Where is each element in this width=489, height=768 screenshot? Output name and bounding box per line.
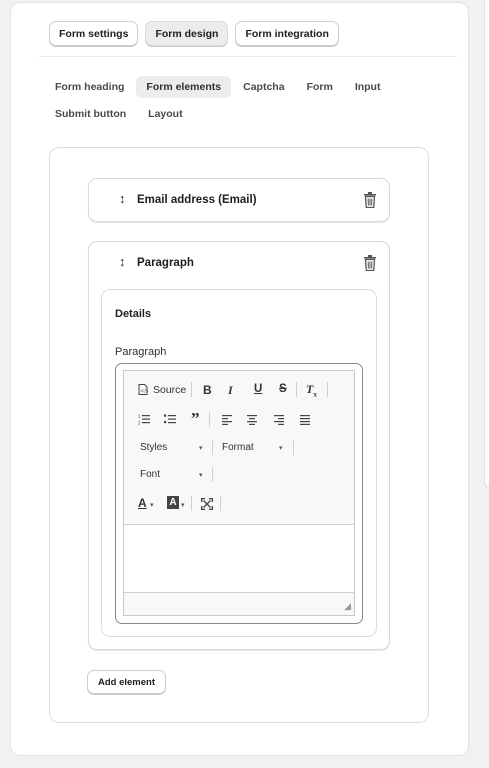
divider — [39, 56, 457, 57]
toolbar-separator — [296, 382, 297, 397]
rich-text-editor: </> Source B I U S Tx 1 2 ” Styles ▾ For… — [123, 370, 355, 616]
tab-form-integration[interactable]: Form integration — [235, 21, 339, 46]
chevron-down-icon: ▾ — [199, 472, 203, 479]
source-button[interactable]: Source — [153, 384, 186, 396]
drag-handle-icon[interactable]: ↕ — [119, 254, 126, 269]
sub-tabs: Form heading Form elements Captcha Form … — [45, 76, 405, 125]
chevron-down-icon: ▾ — [181, 502, 185, 509]
subtab-form[interactable]: Form — [297, 76, 343, 98]
align-center-icon[interactable] — [247, 415, 257, 425]
details-heading: Details — [115, 308, 152, 320]
blockquote-icon[interactable]: ” — [191, 409, 200, 429]
subtab-input[interactable]: Input — [345, 76, 391, 98]
justify-icon[interactable] — [300, 415, 310, 425]
toolbar-separator — [293, 440, 294, 455]
subtab-form-heading[interactable]: Form heading — [45, 76, 134, 98]
align-right-icon[interactable] — [274, 415, 284, 425]
subtab-form-elements[interactable]: Form elements — [136, 76, 232, 98]
source-icon[interactable]: </> — [138, 384, 148, 395]
toolbar-separator — [209, 412, 210, 427]
add-element-button[interactable]: Add element — [87, 670, 167, 694]
toolbar-separator — [191, 382, 192, 397]
editor-statusbar: ◢ — [124, 592, 354, 615]
remove-format-icon[interactable]: Tx — [306, 382, 317, 398]
subtab-layout[interactable]: Layout — [138, 103, 192, 125]
format-dropdown[interactable]: Format — [222, 442, 254, 453]
paragraph-field-label: Paragraph — [115, 346, 167, 358]
top-tabs: Form settings Form design Form integrati… — [49, 21, 339, 46]
editor-toolbar: </> Source B I U S Tx 1 2 ” Styles ▾ For… — [124, 371, 354, 525]
subtab-submit-button[interactable]: Submit button — [45, 103, 136, 125]
toolbar-separator — [220, 496, 221, 511]
svg-text:1: 1 — [138, 414, 141, 419]
trash-icon[interactable] — [363, 255, 377, 271]
chevron-down-icon: ▾ — [279, 445, 283, 452]
text-color-icon[interactable]: A — [138, 496, 147, 510]
align-left-icon[interactable] — [222, 415, 232, 425]
element-title: Email address (Email) — [137, 194, 257, 206]
underline-button[interactable]: U — [254, 383, 262, 395]
adjacent-panel-edge — [484, 0, 489, 488]
form-element-email[interactable]: ↕ Email address (Email) — [88, 178, 390, 222]
svg-text:</>: </> — [140, 389, 148, 395]
element-title: Paragraph — [137, 257, 194, 269]
drag-handle-icon[interactable]: ↕ — [119, 191, 126, 206]
toolbar-separator — [212, 467, 213, 482]
italic-button[interactable]: I — [228, 383, 233, 398]
chevron-down-icon: ▾ — [150, 502, 154, 509]
maximize-icon[interactable] — [201, 498, 213, 510]
toolbar-separator — [191, 496, 192, 511]
tab-form-design[interactable]: Form design — [145, 21, 229, 46]
background-color-icon[interactable]: A — [167, 496, 179, 509]
numbered-list-icon[interactable]: 1 2 — [138, 414, 150, 425]
svg-text:2: 2 — [138, 421, 141, 426]
resize-grip-icon[interactable]: ◢ — [344, 601, 351, 612]
styles-dropdown[interactable]: Styles — [140, 442, 167, 453]
font-dropdown[interactable]: Font — [140, 469, 160, 480]
toolbar-separator — [212, 440, 213, 455]
tab-form-settings[interactable]: Form settings — [49, 21, 139, 46]
toolbar-separator — [327, 382, 328, 397]
chevron-down-icon: ▾ — [199, 445, 203, 452]
subtab-captcha[interactable]: Captcha — [233, 76, 294, 98]
trash-icon[interactable] — [363, 192, 377, 208]
bulleted-list-icon[interactable] — [164, 414, 176, 425]
bold-button[interactable]: B — [203, 383, 212, 397]
strikethrough-button[interactable]: S — [279, 383, 287, 395]
